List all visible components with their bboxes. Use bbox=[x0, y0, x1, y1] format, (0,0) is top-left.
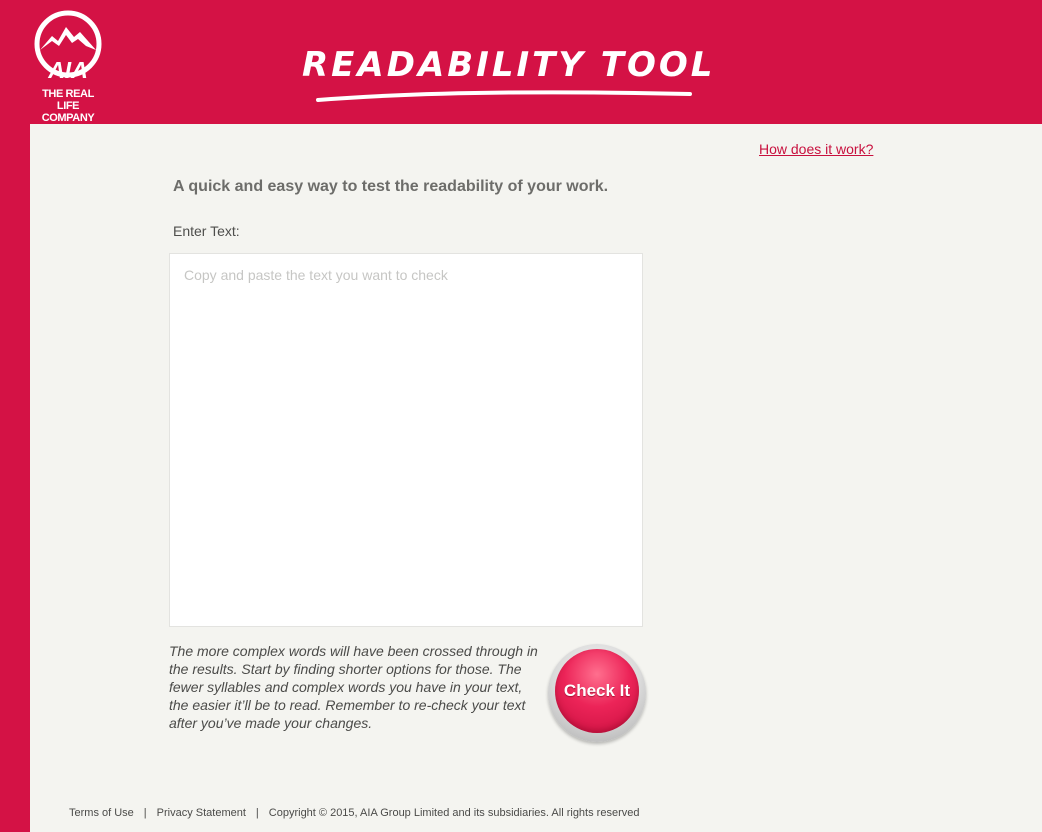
aia-mountain-logo-icon: AIA bbox=[34, 10, 102, 83]
footer-separator: | bbox=[255, 807, 259, 819]
tagline-heading: A quick and easy way to test the readabi… bbox=[173, 178, 609, 195]
logo-tagline-line1: THE REAL LIFE bbox=[42, 88, 94, 112]
text-input-area[interactable] bbox=[169, 253, 643, 627]
page-title: READABILITY TOOL bbox=[302, 45, 716, 85]
left-brand-strip bbox=[0, 124, 30, 832]
privacy-statement-link[interactable]: Privacy Statement bbox=[157, 807, 246, 819]
aia-logo[interactable]: AIA THE REAL LIFE COMPANY bbox=[30, 10, 106, 124]
page-header: AIA THE REAL LIFE COMPANY READABILITY TO… bbox=[0, 0, 1042, 124]
title-underline-swoosh bbox=[316, 90, 692, 102]
enter-text-label: Enter Text: bbox=[173, 223, 240, 239]
page-footer: Terms of Use | Privacy Statement | Copyright… bbox=[69, 807, 639, 819]
how-does-it-work-link[interactable]: How does it work? bbox=[759, 141, 873, 157]
check-it-button-label: Check It bbox=[563, 681, 631, 700]
terms-of-use-link[interactable]: Terms of Use bbox=[69, 807, 134, 819]
check-it-button-face: Check It bbox=[555, 649, 639, 733]
instructions-text: The more complex words will have been cr… bbox=[169, 643, 538, 731]
main-content: How does it work? A quick and easy way t… bbox=[30, 124, 1042, 832]
logo-mark-text: AIA bbox=[47, 57, 88, 83]
logo-tagline-line2: COMPANY bbox=[41, 112, 95, 124]
logo-tagline: THE REAL LIFE COMPANY bbox=[30, 88, 106, 124]
check-it-button[interactable]: Check It bbox=[548, 644, 646, 742]
copyright-text: Copyright © 2015, AIA Group Limited and … bbox=[268, 807, 640, 819]
footer-separator: | bbox=[143, 807, 147, 819]
